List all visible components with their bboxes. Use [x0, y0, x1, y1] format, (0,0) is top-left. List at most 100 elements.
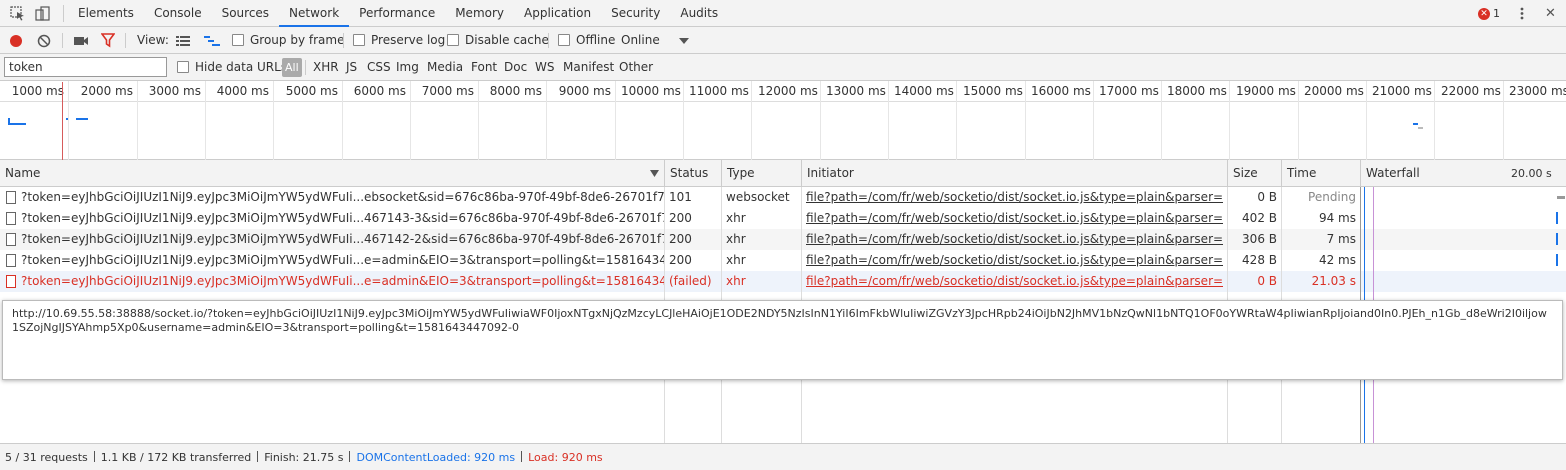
column-header-waterfall[interactable]: Waterfall 20.00 s: [1360, 160, 1566, 187]
overview-gridline: [342, 81, 343, 160]
dropdown-arrow-icon[interactable]: [679, 38, 689, 44]
overview-tick-label: 11000 ms: [689, 84, 749, 98]
more-options-icon[interactable]: [1515, 6, 1529, 21]
group-by-frame-label: Group by frame: [250, 33, 345, 47]
table-row[interactable]: ?token=eyJhbGciOiJIUzI1NiJ9.eyJpc3MiOiJm…: [0, 229, 1566, 250]
overview-waterfall-icon[interactable]: [204, 35, 220, 47]
column-header-size[interactable]: Size: [1227, 160, 1281, 187]
overview-gridline: [751, 81, 752, 160]
column-header-time[interactable]: Time: [1281, 160, 1360, 187]
group-by-frame-toggle[interactable]: Group by frame: [232, 27, 344, 54]
overview-tick-label: 8000 ms: [489, 84, 542, 98]
disable-cache-toggle[interactable]: Disable cache: [447, 27, 549, 54]
filter-input[interactable]: [4, 57, 167, 77]
table-row[interactable]: ?token=eyJhbGciOiJIUzI1NiJ9.eyJpc3MiOiJm…: [0, 250, 1566, 271]
waterfall-scale-label: 20.00 s: [1511, 167, 1552, 180]
device-toolbar-icon[interactable]: [35, 6, 50, 21]
request-size: 0 B: [1257, 190, 1277, 204]
sort-descending-icon: [650, 170, 659, 177]
record-icon[interactable]: [9, 34, 23, 48]
overview-gridline: [68, 81, 69, 160]
overview-tick-label: 7000 ms: [421, 84, 474, 98]
disable-cache-label: Disable cache: [465, 33, 549, 47]
filter-type-media[interactable]: Media: [427, 54, 463, 81]
transferred-size: 1.1 KB / 172 KB transferred: [100, 451, 252, 464]
column-header-name[interactable]: Name: [0, 160, 664, 187]
preserve-log-checkbox[interactable]: [353, 34, 365, 46]
toolbar-divider: [548, 33, 549, 48]
table-row[interactable]: ?token=eyJhbGciOiJIUzI1NiJ9.eyJpc3MiOiJm…: [0, 187, 1566, 208]
panel-tabs: Elements Console Sources Network Perform…: [68, 0, 728, 27]
column-header-initiator[interactable]: Initiator: [801, 160, 1227, 187]
toolbar-divider: [63, 5, 64, 22]
preserve-log-toggle[interactable]: Preserve log: [353, 27, 445, 54]
large-rows-icon[interactable]: [176, 35, 190, 47]
tab-network[interactable]: Network: [279, 0, 350, 27]
filter-type-all[interactable]: All: [282, 58, 302, 77]
clear-icon[interactable]: [37, 34, 51, 48]
url-tooltip: http://10.69.55.58:38888/socket.io/?toke…: [2, 300, 1563, 380]
filter-type-manifest[interactable]: Manifest: [563, 54, 614, 81]
offline-checkbox[interactable]: [558, 34, 570, 46]
request-name: ?token=eyJhbGciOiJIUzI1NiJ9.eyJpc3MiOiJm…: [21, 232, 664, 246]
table-row[interactable]: ?token=eyJhbGciOiJIUzI1NiJ9.eyJpc3MiOiJm…: [0, 271, 1566, 292]
hide-data-urls-checkbox[interactable]: [177, 61, 189, 73]
overview-tick-label: 21000 ms: [1372, 84, 1432, 98]
disable-cache-checkbox[interactable]: [447, 34, 459, 46]
overview-gridline: [1366, 81, 1367, 160]
filter-type-js[interactable]: JS: [346, 54, 357, 81]
overview-gridline: [410, 81, 411, 160]
filter-type-img[interactable]: Img: [396, 54, 419, 81]
tab-audits[interactable]: Audits: [670, 0, 728, 27]
filter-type-font[interactable]: Font: [471, 54, 497, 81]
filter-type-ws[interactable]: WS: [535, 54, 554, 81]
tab-security[interactable]: Security: [601, 0, 670, 27]
throttling-select[interactable]: Online: [621, 27, 660, 54]
toolbar-divider: [125, 33, 126, 48]
filter-type-xhr[interactable]: XHR: [313, 54, 339, 81]
tab-application[interactable]: Application: [514, 0, 601, 27]
initiator-link[interactable]: file?path=/com/fr/web/socketio/dist/sock…: [806, 229, 1224, 250]
request-count: 5 / 31 requests: [5, 451, 88, 464]
overview-gridline: [888, 81, 889, 160]
initiator-link[interactable]: file?path=/com/fr/web/socketio/dist/sock…: [806, 208, 1224, 229]
close-icon[interactable]: ✕: [1545, 6, 1556, 21]
group-by-frame-checkbox[interactable]: [232, 34, 244, 46]
overview-request-bar: [1413, 123, 1418, 125]
filter-type-css[interactable]: CSS: [367, 54, 391, 81]
overview-tick-label: 6000 ms: [353, 84, 406, 98]
screenshot-capture-icon[interactable]: [73, 35, 89, 47]
column-header-type[interactable]: Type: [721, 160, 801, 187]
tab-memory[interactable]: Memory: [445, 0, 514, 27]
filter-type-other[interactable]: Other: [619, 54, 653, 81]
tab-console[interactable]: Console: [144, 0, 212, 27]
overview-gridline: [956, 81, 957, 160]
request-type: xhr: [726, 211, 746, 225]
column-header-status[interactable]: Status: [664, 160, 721, 187]
filter-type-doc[interactable]: Doc: [504, 54, 527, 81]
request-status: 200: [669, 232, 692, 246]
inspect-element-icon[interactable]: [10, 6, 25, 21]
hide-data-urls-toggle[interactable]: Hide data URLs: [177, 54, 287, 81]
overview-gridline: [1161, 81, 1162, 160]
tab-sources[interactable]: Sources: [212, 0, 279, 27]
load-time: Load: 920 ms: [528, 451, 603, 464]
initiator-link[interactable]: file?path=/com/fr/web/socketio/dist/sock…: [806, 250, 1224, 271]
initiator-link[interactable]: file?path=/com/fr/web/socketio/dist/sock…: [806, 271, 1224, 292]
waterfall-bar: [1557, 196, 1565, 199]
overview-tick-label: 9000 ms: [558, 84, 611, 98]
overview-tick-label: 1000 ms: [11, 84, 64, 98]
overview-request-bar: [1418, 127, 1423, 129]
offline-toggle[interactable]: Offline: [558, 27, 615, 54]
initiator-link[interactable]: file?path=/com/fr/web/socketio/dist/sock…: [806, 187, 1224, 208]
overview-gridline: [546, 81, 547, 160]
request-time: 94 ms: [1318, 211, 1356, 225]
request-type: xhr: [726, 274, 746, 288]
overview-timeline[interactable]: 1000 ms 2000 ms 3000 ms 4000 ms 5000 ms 6000 …: [0, 81, 1566, 160]
tab-performance[interactable]: Performance: [349, 0, 445, 27]
request-name: ?token=eyJhbGciOiJIUzI1NiJ9.eyJpc3MiOiJm…: [21, 190, 664, 204]
table-row[interactable]: ?token=eyJhbGciOiJIUzI1NiJ9.eyJpc3MiOiJm…: [0, 208, 1566, 229]
filter-icon[interactable]: [101, 33, 115, 48]
error-counter[interactable]: ✕ 1: [1478, 6, 1500, 21]
tab-elements[interactable]: Elements: [68, 0, 144, 27]
